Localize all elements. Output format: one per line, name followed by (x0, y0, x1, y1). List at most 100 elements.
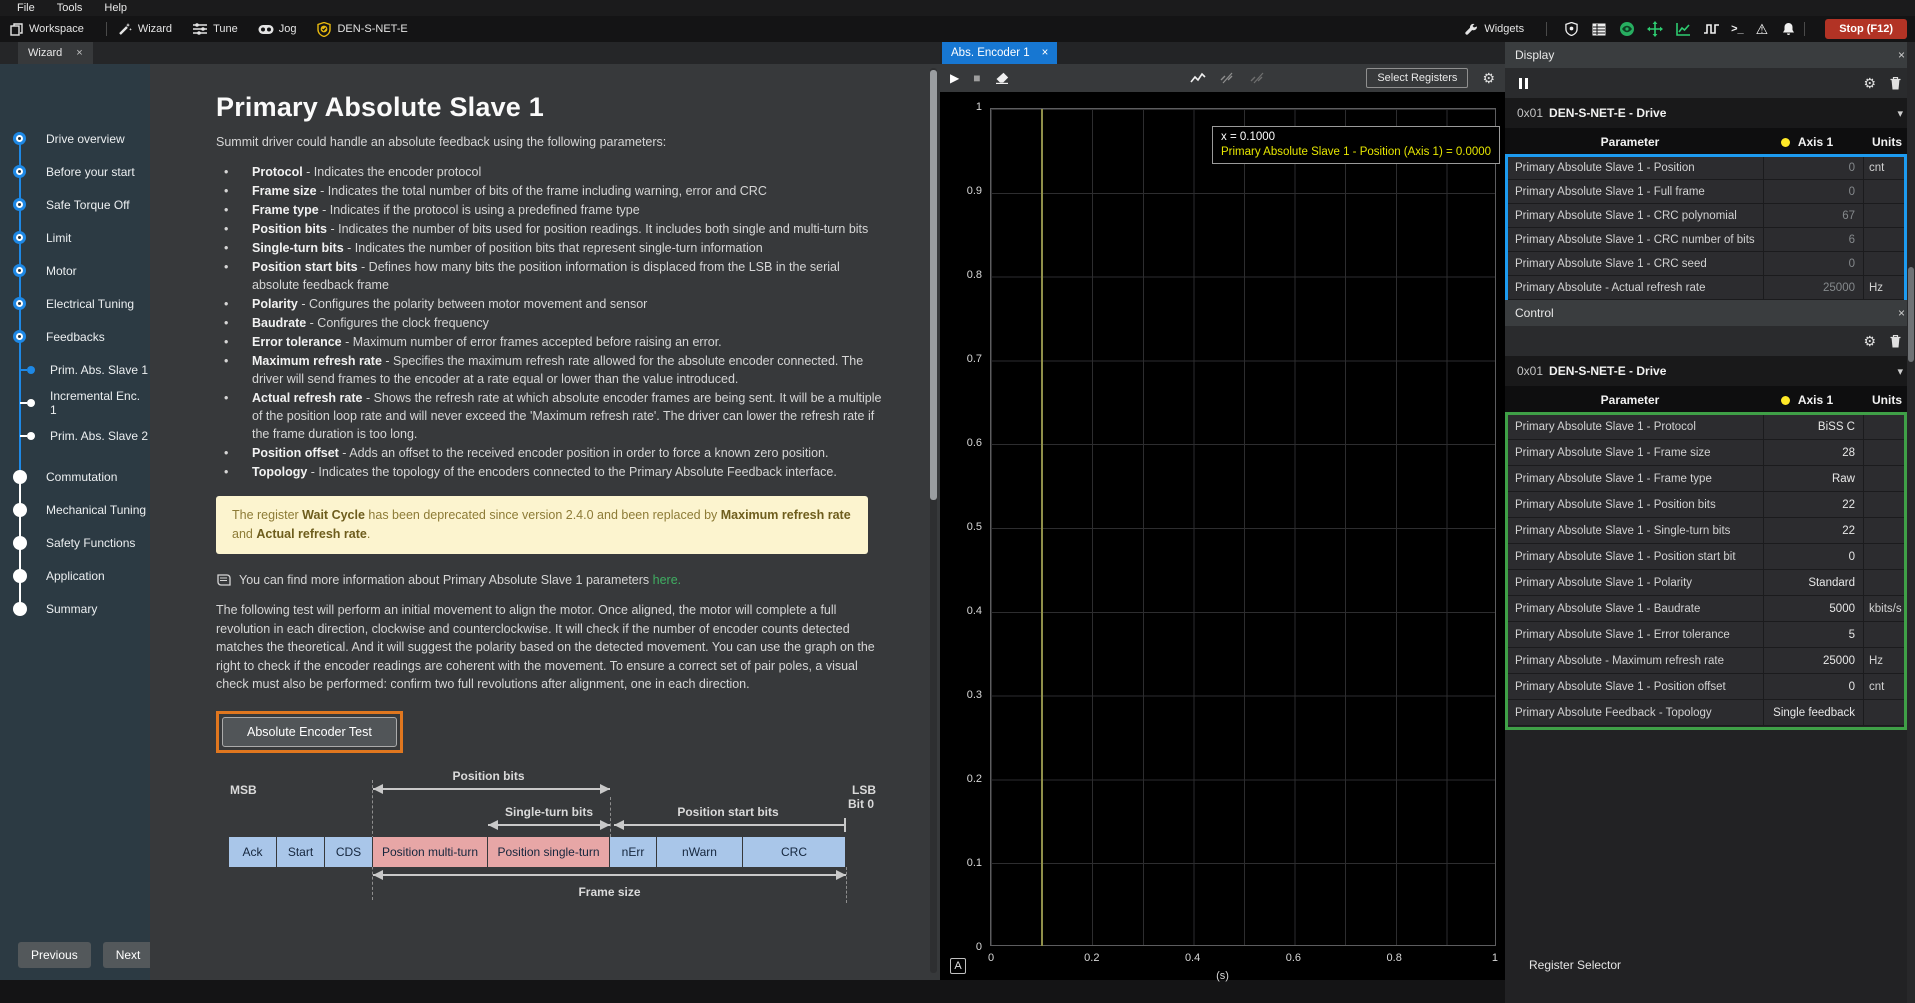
trace-points-icon[interactable] (1250, 70, 1266, 86)
warnings-icon[interactable]: ⚠ (1756, 21, 1769, 38)
select-registers-button[interactable]: Select Registers (1366, 68, 1468, 88)
stop-button[interactable]: Stop (F12) (1825, 19, 1907, 39)
monitor-eye-icon[interactable] (1619, 21, 1635, 37)
close-icon[interactable]: × (76, 47, 82, 59)
wizard-step[interactable]: Before your start (0, 155, 150, 188)
content-scrollbar[interactable] (930, 68, 937, 973)
eraser-icon[interactable] (994, 70, 1010, 86)
table-row[interactable]: Primary Absolute Feedback - Topology Sin… (1505, 700, 1915, 726)
wizard-step[interactable]: Feedbacks (0, 320, 150, 353)
wizard-step[interactable]: Application (0, 559, 150, 592)
table-row[interactable]: Primary Absolute Slave 1 - Position offs… (1505, 674, 1915, 700)
registers-table-icon[interactable] (1591, 21, 1607, 37)
wizard-step[interactable]: Prim. Abs. Slave 1 (0, 353, 150, 386)
table-row[interactable]: Primary Absolute Slave 1 - Full frame 0 (1505, 180, 1915, 204)
wizard-step[interactable]: Prim. Abs. Slave 2 (0, 419, 150, 452)
test-button-highlight: Absolute Encoder Test (216, 711, 403, 753)
wizard-step[interactable]: Mechanical Tuning (0, 493, 150, 526)
here-link[interactable]: here. (653, 573, 682, 587)
trace-line-icon[interactable] (1190, 70, 1206, 86)
waveform-icon[interactable] (1703, 21, 1719, 37)
table-row[interactable]: Primary Absolute - Actual refresh rate 2… (1505, 276, 1915, 300)
pause-icon[interactable] (1519, 78, 1528, 89)
workspace-button[interactable]: Workspace (8, 21, 84, 37)
widgets-button[interactable]: Widgets (1463, 21, 1524, 37)
frame-cell: Start (277, 837, 325, 867)
table-row[interactable]: Primary Absolute Slave 1 - Position star… (1505, 544, 1915, 570)
control-drive-selector[interactable]: 0x01 DEN-S-NET-E - Drive ▾ (1505, 356, 1915, 386)
menu-item[interactable]: File (6, 2, 46, 14)
trash-icon[interactable] (1890, 335, 1901, 348)
wizard-step[interactable]: Incremental Enc. 1 (0, 386, 150, 419)
table-row[interactable]: Primary Absolute Slave 1 - Error toleran… (1505, 622, 1915, 648)
table-row[interactable]: Primary Absolute Slave 1 - Protocol BiSS… (1505, 414, 1915, 440)
table-row[interactable]: Primary Absolute Slave 1 - Polarity Stan… (1505, 570, 1915, 596)
menu-item[interactable]: Tools (46, 2, 94, 14)
wizard-step[interactable]: Drive overview (0, 122, 150, 155)
wizard-step[interactable]: Commutation (0, 460, 150, 493)
shield-status-icon[interactable] (1563, 21, 1579, 37)
stop-icon[interactable]: ■ (973, 71, 980, 85)
table-row[interactable]: Primary Absolute Slave 1 - Position 0 cn… (1505, 156, 1915, 180)
table-row[interactable]: Primary Absolute Slave 1 - Position bits… (1505, 492, 1915, 518)
autoscale-button[interactable]: A (950, 958, 966, 974)
table-row[interactable]: Primary Absolute Slave 1 - Frame type Ra… (1505, 466, 1915, 492)
display-drive-selector[interactable]: 0x01 DEN-S-NET-E - Drive ▾ (1505, 98, 1915, 128)
register-selector-label[interactable]: Register Selector (1529, 958, 1621, 972)
table-row[interactable]: Primary Absolute Slave 1 - Baudrate 5000… (1505, 596, 1915, 622)
tab-abs-encoder-1[interactable]: Abs. Encoder 1 × (942, 42, 1057, 64)
table-row[interactable]: Primary Absolute Slave 1 - CRC number of… (1505, 228, 1915, 252)
y-tick-label: 0.2 (967, 773, 982, 785)
plot-grid[interactable] (990, 108, 1496, 946)
trace-dashed-icon[interactable] (1220, 70, 1236, 86)
motion-move-icon[interactable] (1647, 21, 1663, 37)
wizard-step[interactable]: Limit (0, 221, 150, 254)
jog-button[interactable]: Jog (258, 21, 297, 37)
gear-icon[interactable]: ⚙ (1482, 70, 1495, 87)
axis-color-dot (1781, 396, 1790, 405)
previous-button[interactable]: Previous (18, 942, 91, 968)
lsb-label: LSB (852, 783, 876, 797)
gear-icon[interactable]: ⚙ (1863, 333, 1876, 350)
table-row[interactable]: Primary Absolute Slave 1 - CRC polynomia… (1505, 204, 1915, 228)
notifications-bell-icon[interactable] (1780, 21, 1796, 37)
terminal-icon[interactable]: >_ (1731, 23, 1744, 35)
next-button[interactable]: Next (103, 942, 154, 968)
wizard-step[interactable]: Electrical Tuning (0, 287, 150, 320)
frame-cell: Position multi-turn (373, 837, 488, 867)
panel-scrollbar[interactable] (1907, 42, 1915, 1003)
tab-wizard[interactable]: Wizard × (18, 42, 93, 64)
wizard-step[interactable]: Motor (0, 254, 150, 287)
device-status-button[interactable]: DEN-S-NET-E (316, 21, 407, 37)
single-turn-bits-arrow (488, 824, 610, 826)
parameter-bullet: Position start bits - Defines how many b… (216, 258, 884, 294)
trash-icon[interactable] (1890, 77, 1901, 90)
table-row[interactable]: Primary Absolute - Maximum refresh rate … (1505, 648, 1915, 674)
step-dot-icon (27, 366, 35, 374)
scope-chart-icon[interactable] (1675, 21, 1691, 37)
step-dot-icon (13, 602, 27, 616)
parameter-bullet: Position bits - Indicates the number of … (216, 220, 884, 238)
wizard-button[interactable]: Wizard (117, 21, 172, 37)
close-icon[interactable]: × (1042, 47, 1049, 59)
bit0-label: Bit 0 (848, 797, 874, 811)
table-row[interactable]: Primary Absolute Slave 1 - CRC seed 0 (1505, 252, 1915, 276)
play-icon[interactable]: ▶ (950, 71, 959, 85)
tune-button[interactable]: Tune (192, 21, 238, 37)
wizard-step[interactable]: Safe Torque Off (0, 188, 150, 221)
wizard-content: Primary Absolute Slave 1 Summit driver c… (150, 64, 940, 980)
wizard-step[interactable]: Summary (0, 592, 150, 625)
absolute-encoder-test-button[interactable]: Absolute Encoder Test (222, 717, 397, 747)
step-dot-icon (27, 432, 35, 440)
table-row[interactable]: Primary Absolute Slave 1 - Frame size 28 (1505, 440, 1915, 466)
gear-icon[interactable]: ⚙ (1863, 75, 1876, 92)
close-icon[interactable]: × (1898, 306, 1905, 320)
table-row[interactable]: Primary Absolute Slave 1 - Single-turn b… (1505, 518, 1915, 544)
close-icon[interactable]: × (1898, 48, 1905, 62)
wizard-step[interactable]: Safety Functions (0, 526, 150, 559)
frame-cell: nWarn (657, 837, 743, 867)
toolbar-separator (106, 22, 107, 36)
menu-item[interactable]: Help (93, 2, 138, 14)
x-tick-label: 0.6 (1280, 952, 1306, 964)
chevron-down-icon: ▾ (1897, 365, 1903, 378)
